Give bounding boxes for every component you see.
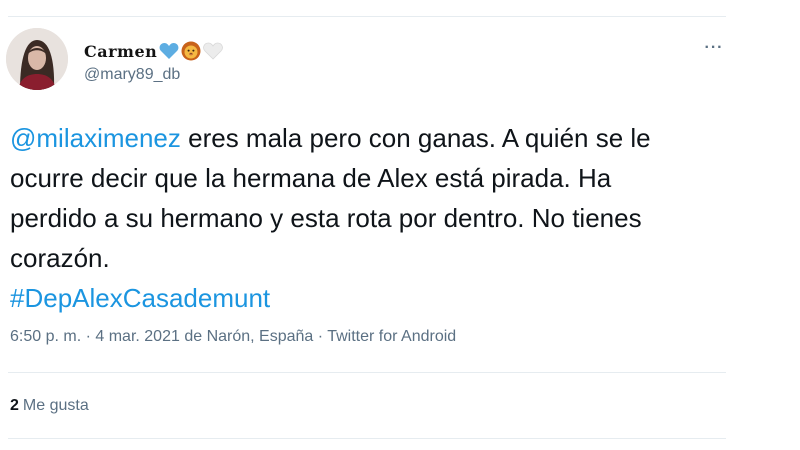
tweet-text: @milaximenez eres mala pero con ganas. A… [10, 118, 730, 318]
meta-separator: · [313, 328, 328, 345]
tweet-meta: 6:50 p. m. · 4 mar. 2021 de Narón, Españ… [10, 328, 456, 346]
tweet-source-link[interactable]: Twitter for Android [327, 328, 456, 345]
bottom-divider [8, 438, 726, 439]
tweet-date[interactable]: 4 mar. 2021 [95, 328, 180, 345]
likes-label: Me gusta [22, 397, 89, 414]
meta-separator: · [81, 328, 96, 345]
author-name-row[interactable]: Carmen [84, 40, 224, 62]
hashtag-link[interactable]: #DepAlexCasademunt [10, 283, 270, 313]
tweet-line-4: corazón. [10, 243, 110, 273]
avatar-photo [6, 28, 68, 90]
tweet-line-1-text: eres mala pero con ganas. A quién se le [180, 123, 651, 153]
mention-link[interactable]: @milaximenez [10, 123, 181, 153]
tweet-line-2: ocurre decir que la hermana de Alex está… [10, 163, 612, 193]
tweet-location: de Narón, España [179, 328, 314, 345]
top-divider [8, 16, 726, 17]
tweet-line-5: #DepAlexCasademunt [10, 278, 730, 318]
tweet-line-3: perdido a su hermano y esta rota por den… [10, 203, 642, 233]
likes-link[interactable]: 2 Me gusta [10, 397, 89, 415]
more-options-button[interactable]: ··· [700, 38, 728, 58]
lion-face-icon [181, 41, 201, 61]
tweet-time[interactable]: 6:50 p. m. [10, 328, 81, 345]
author-display-name[interactable]: Carmen [84, 42, 157, 61]
avatar[interactable] [6, 28, 68, 90]
blue-heart-icon [159, 42, 179, 60]
tweet-card: Carmen @mary89_db ··· @milaximenez eres [0, 0, 800, 450]
tweet-line-1: @milaximenez eres mala pero con ganas. A… [10, 118, 730, 158]
meta-divider [8, 372, 726, 373]
likes-count: 2 [10, 397, 19, 414]
white-heart-icon [203, 42, 224, 60]
author-handle[interactable]: @mary89_db [84, 66, 180, 84]
